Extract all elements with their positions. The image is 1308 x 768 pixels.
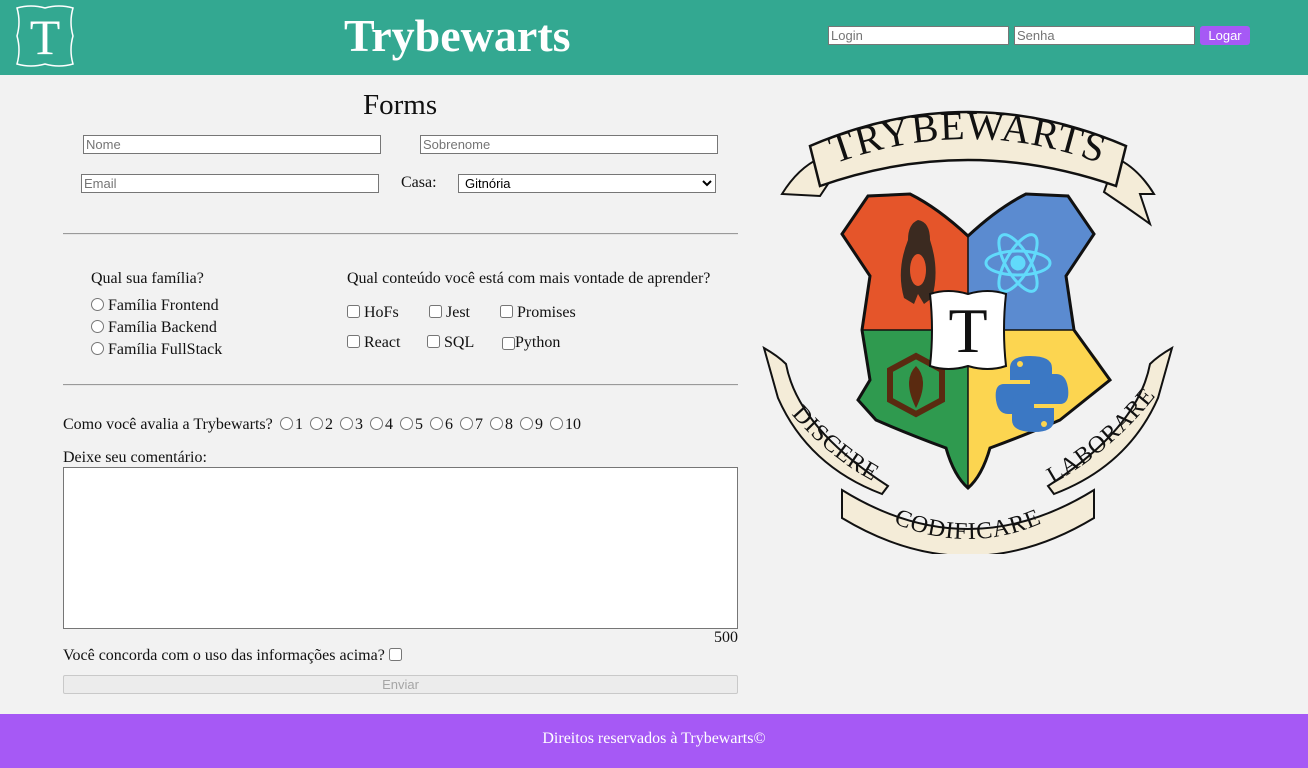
subject-label-python: Python <box>515 334 561 351</box>
password-input[interactable] <box>1014 26 1195 45</box>
subjects-question: Qual conteúdo você está com mais vontade… <box>347 270 711 287</box>
center-letter: T <box>948 295 987 366</box>
svg-text:TRYBEWARTS: TRYBEWARTS <box>823 103 1112 172</box>
subject-checkbox-jest[interactable] <box>429 305 442 318</box>
subject-checkbox-hofs[interactable] <box>347 305 360 318</box>
logo-letter: T <box>30 9 61 65</box>
footer-text: Direitos reservados à Trybewarts© <box>542 730 766 747</box>
rating-radio-1[interactable] <box>280 417 293 430</box>
subject-label-hofs: HoFs <box>364 304 399 321</box>
rating-radio-4[interactable] <box>370 417 383 430</box>
agreement-label: Você concorda com o uso das informações … <box>63 647 385 664</box>
trybewarts-crest: TRYBEWARTS T DISCERE LABORARE CODIFICARE <box>762 103 1174 554</box>
divider <box>63 384 738 386</box>
rating-radio-9[interactable] <box>520 417 533 430</box>
rating-label-3: 3 <box>355 416 363 433</box>
family-question: Qual sua família? <box>91 270 204 287</box>
house-label: Casa: <box>401 174 437 191</box>
rating-radio-8[interactable] <box>490 417 503 430</box>
house-select[interactable]: Gitnória <box>458 174 716 193</box>
subject-label-jest: Jest <box>446 304 470 321</box>
rating-radio-2[interactable] <box>310 417 323 430</box>
rating-label-4: 4 <box>385 416 393 433</box>
comment-textarea[interactable] <box>63 467 738 629</box>
subject-label-react: React <box>364 334 401 351</box>
form-title: Forms <box>363 89 438 121</box>
rating-label-7: 7 <box>475 416 483 433</box>
rating-label-1: 1 <box>295 416 303 433</box>
login-input[interactable] <box>828 26 1009 45</box>
rating-label-8: 8 <box>505 416 513 433</box>
family-radio-frontend[interactable] <box>91 298 104 311</box>
rating-label-10: 10 <box>565 416 581 433</box>
site-title: Trybewarts <box>344 10 571 61</box>
subject-checkbox-promises[interactable] <box>500 305 513 318</box>
family-label-fullstack: Família FullStack <box>108 341 223 358</box>
subject-checkbox-python[interactable] <box>502 337 515 350</box>
family-label-backend: Família Backend <box>108 319 217 336</box>
family-radio-fullstack[interactable] <box>91 342 104 355</box>
rating-label-6: 6 <box>445 416 453 433</box>
rating-radio-5[interactable] <box>400 417 413 430</box>
comment-label: Deixe seu comentário: <box>63 449 207 466</box>
subject-label-sql: SQL <box>444 334 475 351</box>
agreement-checkbox[interactable] <box>389 648 402 661</box>
rating-radio-3[interactable] <box>340 417 353 430</box>
banner-top-text: TRYBEWARTS <box>823 103 1111 172</box>
subject-label-promises: Promises <box>517 304 576 321</box>
submit-button[interactable]: Enviar <box>63 675 738 694</box>
email-input[interactable] <box>81 174 379 193</box>
rating-label-5: 5 <box>415 416 423 433</box>
first-name-input[interactable] <box>83 135 381 154</box>
header: T Trybewarts Logar <box>0 0 1308 75</box>
trybewarts-logo-icon: T <box>16 5 74 67</box>
divider <box>63 233 738 235</box>
rating-radio-6[interactable] <box>430 417 443 430</box>
rating-question: Como você avalia a Trybewarts? <box>63 416 273 433</box>
last-name-input[interactable] <box>420 135 718 154</box>
rating-radio-7[interactable] <box>460 417 473 430</box>
rating-label-9: 9 <box>535 416 543 433</box>
subject-checkbox-sql[interactable] <box>427 335 440 348</box>
char-counter: 500 <box>714 629 738 646</box>
login-button[interactable]: Logar <box>1200 26 1250 45</box>
rating-radio-10[interactable] <box>550 417 563 430</box>
subject-checkbox-react[interactable] <box>347 335 360 348</box>
rating-label-2: 2 <box>325 416 333 433</box>
footer: Direitos reservados à Trybewarts© <box>0 714 1308 768</box>
family-radio-backend[interactable] <box>91 320 104 333</box>
family-label-frontend: Família Frontend <box>108 297 219 314</box>
